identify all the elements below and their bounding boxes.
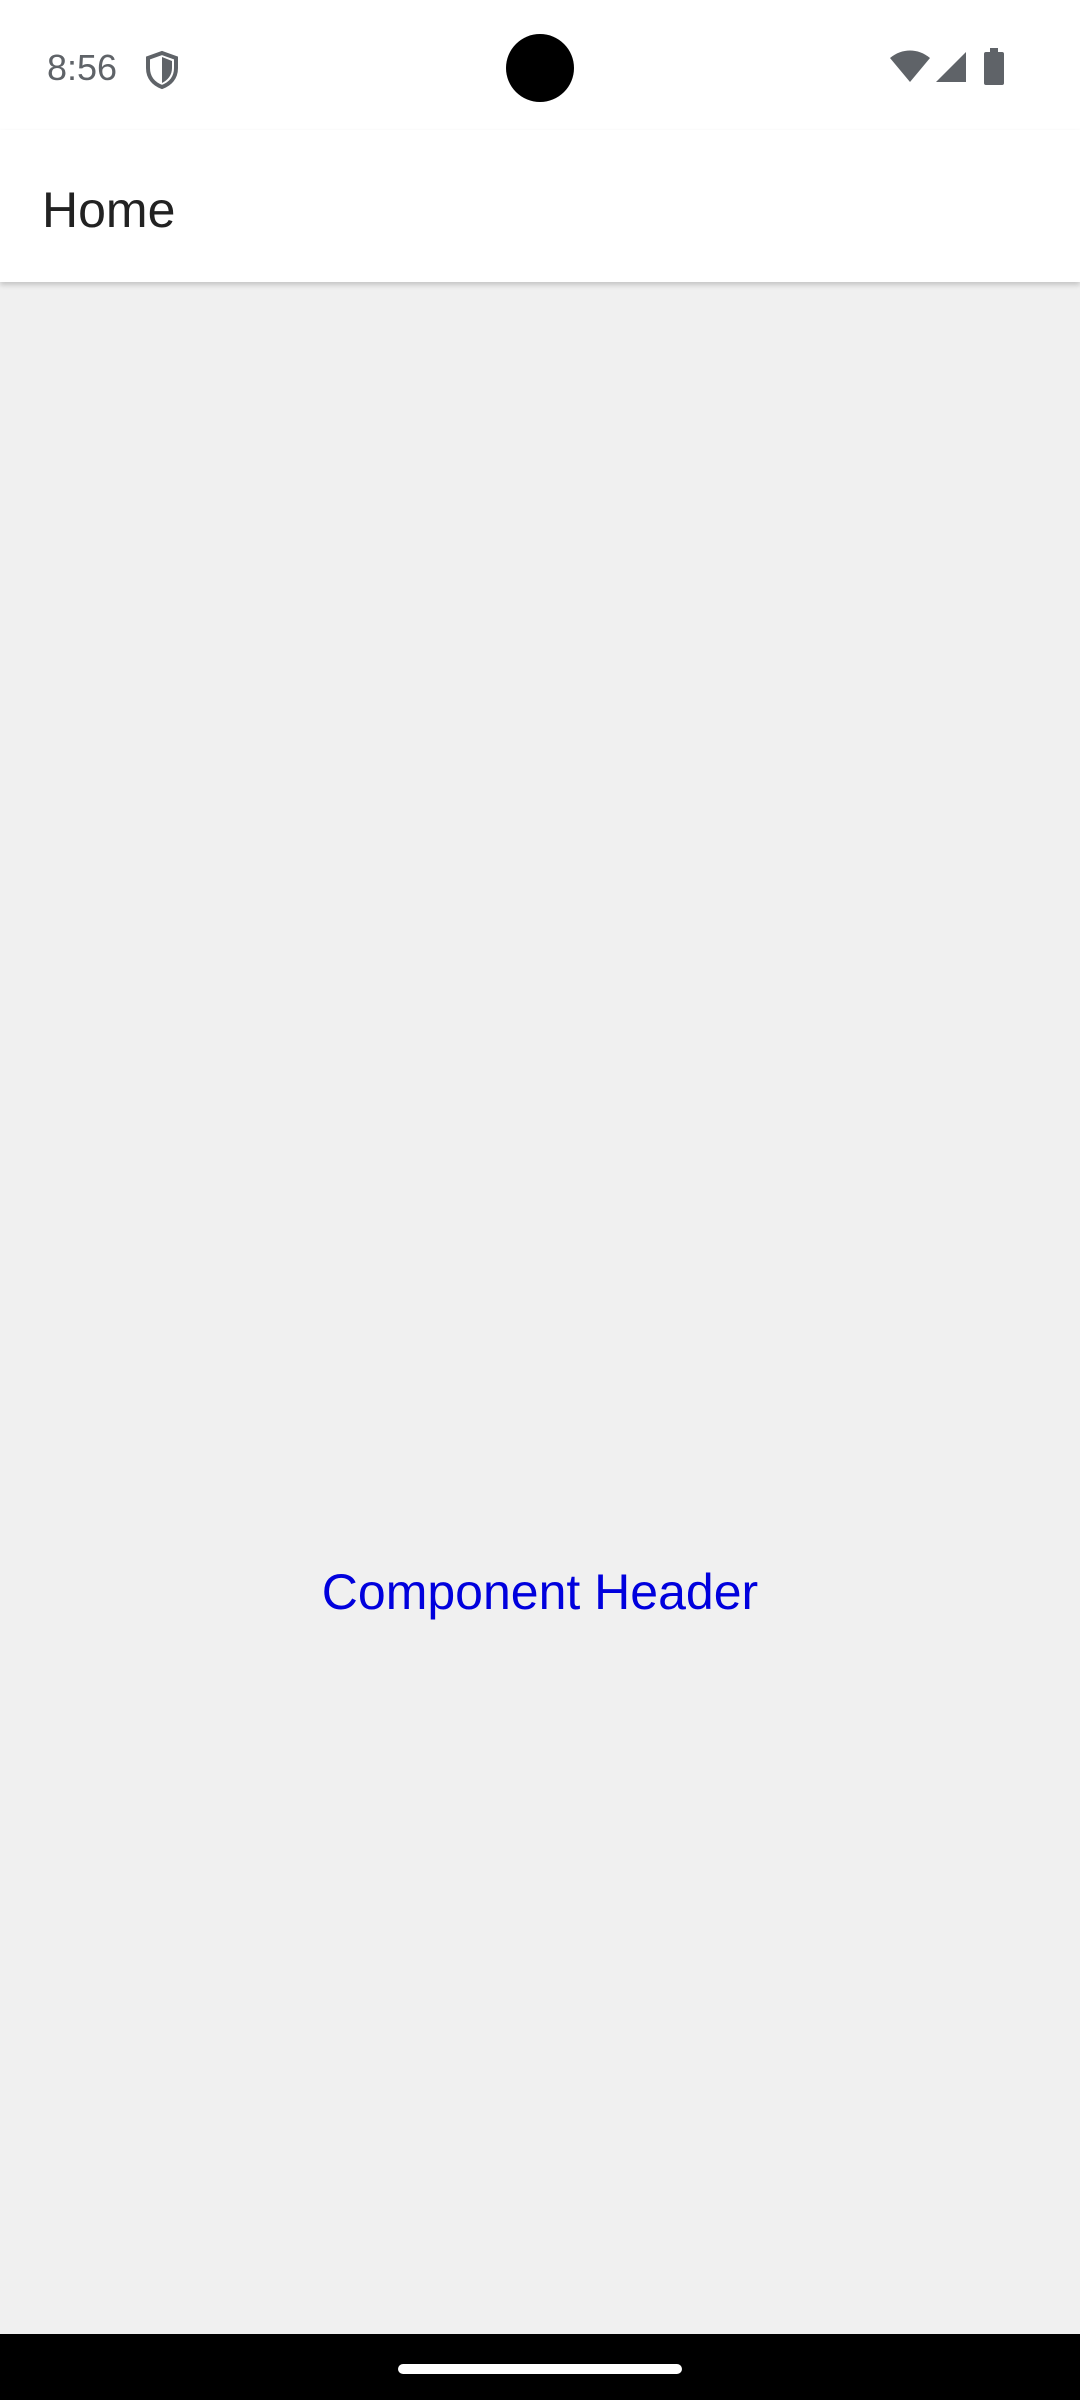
component-header: Component Header <box>321 1564 759 1620</box>
shield-icon <box>144 50 180 90</box>
home-gesture-handle[interactable] <box>398 2364 682 2374</box>
main-content: Component Header <box>0 282 1080 2334</box>
wifi-icon <box>888 50 932 84</box>
app-bar: Home <box>0 130 1080 282</box>
camera-cutout <box>506 34 574 102</box>
navigation-bar <box>0 2334 1080 2400</box>
signal-icon <box>934 50 968 84</box>
page-title: Home <box>42 182 176 238</box>
battery-icon <box>983 48 1005 86</box>
status-bar: 8:56 <box>0 0 1080 130</box>
status-time: 8:56 <box>47 47 118 88</box>
